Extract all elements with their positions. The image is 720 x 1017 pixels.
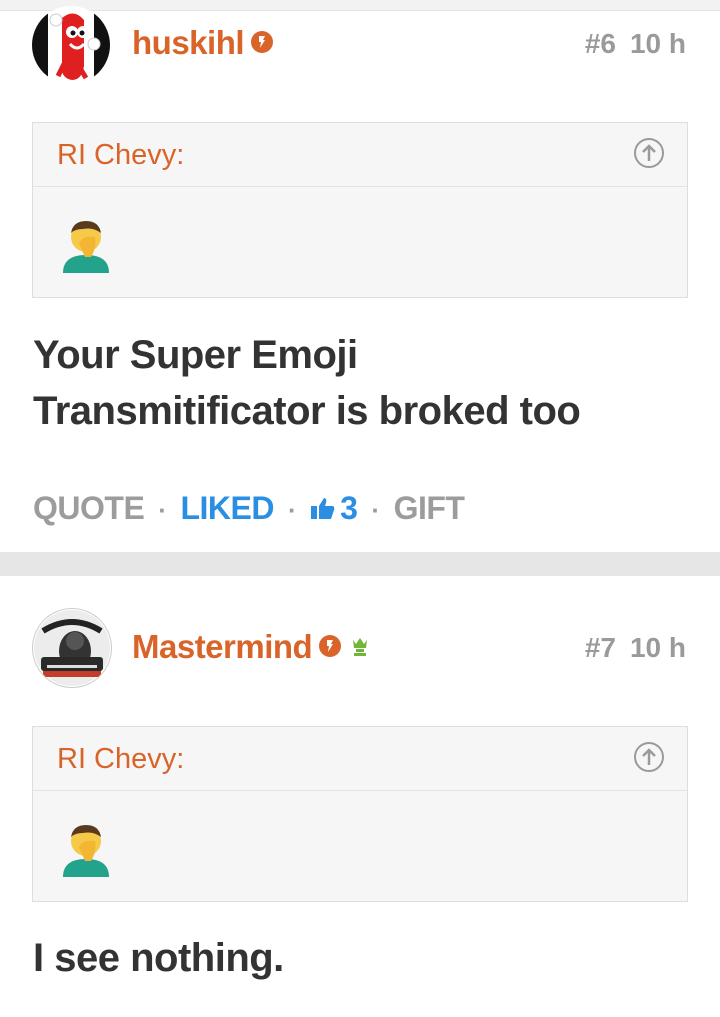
- post-header: Mastermind #7 10 h: [32, 608, 686, 688]
- post-meta: #7 10 h: [585, 632, 686, 664]
- thumbs-up-icon: [311, 497, 335, 519]
- username-text[interactable]: huskihl: [132, 24, 245, 61]
- post-number[interactable]: #7: [585, 632, 616, 663]
- post-actions: QUOTE · LIKED · 3 · GIFT: [33, 490, 465, 527]
- post-body: Your Super Emoji Transmitificator is bro…: [33, 327, 581, 439]
- username[interactable]: Mastermind: [132, 628, 372, 666]
- mastermind-logo-icon: [34, 610, 110, 686]
- post-text-line: Transmitificator is broked too: [33, 389, 581, 433]
- quote-button[interactable]: QUOTE: [33, 490, 145, 526]
- post-header: huskihl #6 10 h: [32, 6, 686, 86]
- post-number[interactable]: #6: [585, 28, 616, 59]
- avatar[interactable]: [32, 6, 110, 84]
- post-text-line: Your Super Emoji: [33, 333, 358, 377]
- separator: ·: [287, 495, 297, 526]
- username-text[interactable]: Mastermind: [132, 628, 313, 665]
- separator: ·: [371, 495, 380, 526]
- facepalm-emoji-icon: [63, 221, 109, 273]
- like-count[interactable]: 3: [310, 490, 358, 526]
- like-button[interactable]: LIKED: [180, 490, 274, 526]
- username[interactable]: huskihl: [132, 24, 274, 62]
- arrow-up-circle-icon[interactable]: [633, 741, 665, 773]
- arrow-up-circle-icon[interactable]: [633, 137, 665, 169]
- post-text-line: I see nothing.: [33, 936, 284, 980]
- quote-author[interactable]: RI Chevy:: [57, 743, 184, 776]
- hotdog-mascot-icon: [32, 6, 110, 84]
- post-meta: #6 10 h: [585, 28, 686, 60]
- post-time: 10 h: [629, 28, 686, 59]
- post-divider: [0, 552, 720, 576]
- like-count-text: 3: [340, 490, 358, 526]
- quote-body: [33, 791, 687, 901]
- post-time: 10 h: [629, 632, 686, 663]
- quote-block: RI Chevy:: [32, 726, 688, 902]
- quote-header: RI Chevy:: [33, 727, 687, 791]
- separator: ·: [158, 495, 167, 526]
- quote-author[interactable]: RI Chevy:: [57, 139, 184, 172]
- post-body: I see nothing.: [33, 930, 284, 986]
- member-badge-icon: [251, 31, 274, 54]
- crown-badge-icon: [353, 638, 368, 657]
- facepalm-emoji-icon: [63, 825, 109, 877]
- gift-button[interactable]: GIFT: [394, 490, 465, 526]
- quote-block: RI Chevy:: [32, 122, 688, 298]
- member-badge-icon: [319, 635, 342, 658]
- quote-header: RI Chevy:: [33, 123, 687, 187]
- quote-body: [33, 187, 687, 297]
- avatar[interactable]: [32, 608, 112, 688]
